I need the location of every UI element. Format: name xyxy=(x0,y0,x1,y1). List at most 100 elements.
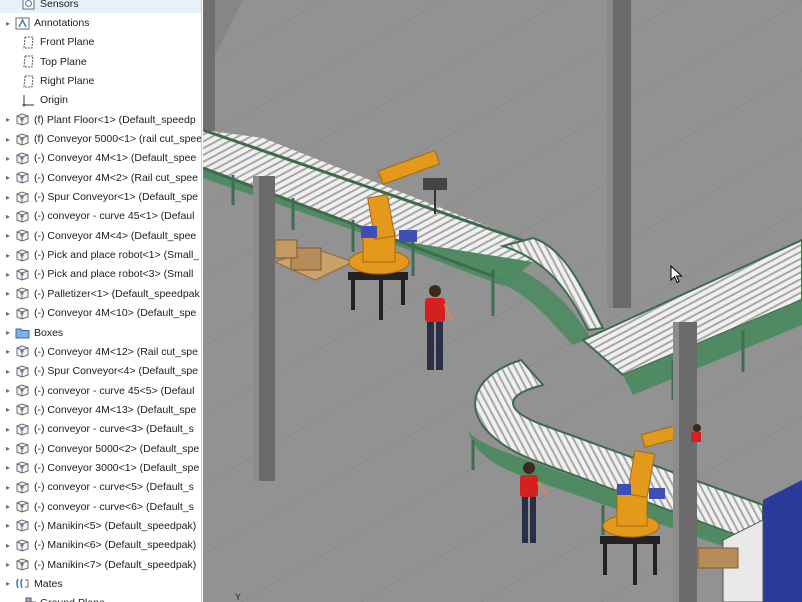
tree-item[interactable]: ▸ (-) Palletizer<1> (Default_speedpak xyxy=(0,284,201,303)
tree-item-label: (-) Manikin<5> (Default_speedpak) xyxy=(34,519,197,532)
tree-item-label: (-) Conveyor 4M<13> (Default_spe xyxy=(34,403,197,416)
expand-arrow-icon[interactable]: ▸ xyxy=(2,444,14,453)
expand-arrow-icon[interactable]: ▸ xyxy=(2,502,14,511)
tree-item-label: (-) Conveyor 4M<1> (Default_spee xyxy=(34,152,197,165)
expand-arrow-icon[interactable]: ▸ xyxy=(2,193,14,202)
part-icon xyxy=(14,422,30,436)
feature-tree-list: Sensors ▸ Annotations Front Plane Top Plane R… xyxy=(0,0,202,602)
origin-icon xyxy=(20,93,36,107)
tree-item-label: (-) conveyor - curve 45<5> (Defaul xyxy=(34,384,195,397)
part-icon xyxy=(14,364,30,378)
expand-arrow-icon[interactable]: ▸ xyxy=(2,483,14,492)
tree-item-label: (-) Spur Conveyor<4> (Default_spe xyxy=(34,365,198,378)
tree-item[interactable]: ▸ (-) conveyor - curve<3> (Default_s xyxy=(0,420,201,439)
expand-arrow-icon[interactable]: ▸ xyxy=(2,289,14,298)
tree-item[interactable]: ▸ Mates xyxy=(0,574,201,593)
expand-arrow-icon[interactable]: ▸ xyxy=(2,386,14,395)
plane-icon xyxy=(20,74,36,88)
tree-item-label: (-) Pick and place robot<3> (Small xyxy=(34,268,194,281)
part-icon xyxy=(14,229,30,243)
part-icon xyxy=(14,190,30,204)
part-icon xyxy=(14,500,30,514)
tree-item[interactable]: Ground Plane xyxy=(0,594,201,602)
tree-item[interactable]: ▸ (-) conveyor - curve 45<5> (Defaul xyxy=(0,381,201,400)
expand-arrow-icon[interactable]: ▸ xyxy=(2,328,14,337)
tree-item[interactable]: ▸ (-) Conveyor 4M<10> (Default_spe xyxy=(0,304,201,323)
tree-item[interactable]: ▸ (f) Plant Floor<1> (Default_speedp xyxy=(0,110,201,129)
tree-item-label: (-) conveyor - curve<3> (Default_s xyxy=(34,423,194,436)
tree-item[interactable]: Right Plane xyxy=(0,71,201,90)
tree-item[interactable]: ▸ (-) Spur Conveyor<4> (Default_spe xyxy=(0,362,201,381)
tree-item[interactable]: Top Plane xyxy=(0,52,201,71)
tree-item[interactable]: ▸ (-) Pick and place robot<3> (Small xyxy=(0,265,201,284)
part-icon xyxy=(14,151,30,165)
expand-arrow-icon[interactable]: ▸ xyxy=(2,251,14,260)
tree-item[interactable]: ▸ (-) conveyor - curve 45<1> (Defaul xyxy=(0,207,201,226)
expand-arrow-icon[interactable]: ▸ xyxy=(2,463,14,472)
tree-item-label: Right Plane xyxy=(40,75,95,88)
part-icon xyxy=(14,519,30,533)
expand-arrow-icon[interactable]: ▸ xyxy=(2,309,14,318)
tree-item[interactable]: Sensors xyxy=(0,0,201,14)
tree-item-label: (-) conveyor - curve<5> (Default_s xyxy=(34,481,194,494)
tree-item-label: (-) Conveyor 4M<12> (Rail cut_spe xyxy=(34,345,198,358)
tree-item[interactable]: Origin xyxy=(0,91,201,110)
part-icon xyxy=(14,132,30,146)
expand-arrow-icon[interactable]: ▸ xyxy=(2,425,14,434)
tree-item-label: Ground Plane xyxy=(40,597,105,602)
tree-item-label: (f) Conveyor 5000<1> (rail cut_spee xyxy=(34,133,202,146)
tree-item[interactable]: ▸ (-) Conveyor 4M<1> (Default_spee xyxy=(0,149,201,168)
tree-item[interactable]: ▸ (-) Manikin<6> (Default_speedpak) xyxy=(0,536,201,555)
tree-item[interactable]: ▸ (-) Manikin<5> (Default_speedpak) xyxy=(0,516,201,535)
graphics-viewport[interactable]: Y xyxy=(203,0,802,602)
expand-arrow-icon[interactable]: ▸ xyxy=(2,579,14,588)
expand-arrow-icon[interactable]: ▸ xyxy=(2,270,14,279)
part-icon xyxy=(14,558,30,572)
tree-item[interactable]: ▸ (f) Conveyor 5000<1> (rail cut_spee xyxy=(0,129,202,148)
tree-item[interactable]: ▸ (-) Pick and place robot<1> (Small_ xyxy=(0,245,201,264)
feature-tree: Sensors ▸ Annotations Front Plane Top Plane R… xyxy=(0,0,202,602)
expand-arrow-icon[interactable]: ▸ xyxy=(2,173,14,182)
expand-arrow-icon[interactable]: ▸ xyxy=(2,541,14,550)
mates-icon xyxy=(14,577,30,591)
part-icon xyxy=(14,345,30,359)
expand-arrow-icon[interactable]: ▸ xyxy=(2,367,14,376)
scene-3d[interactable]: Y xyxy=(203,0,802,602)
part-icon xyxy=(14,287,30,301)
sensors-icon xyxy=(20,0,36,11)
tree-item[interactable]: ▸ (-) conveyor - curve<5> (Default_s xyxy=(0,478,201,497)
tree-item[interactable]: ▸ (-) Conveyor 4M<12> (Rail cut_spe xyxy=(0,342,201,361)
tree-item-label: (f) Plant Floor<1> (Default_speedp xyxy=(34,113,196,126)
expand-arrow-icon[interactable]: ▸ xyxy=(2,154,14,163)
expand-arrow-icon[interactable]: ▸ xyxy=(2,405,14,414)
tree-item[interactable]: ▸ (-) conveyor - curve<6> (Default_s xyxy=(0,497,201,516)
part-icon xyxy=(14,442,30,456)
tree-item[interactable]: ▸ (-) Conveyor 4M<2> (Rail cut_spee xyxy=(0,168,201,187)
tree-item[interactable]: Front Plane xyxy=(0,33,201,52)
part-icon xyxy=(14,538,30,552)
expand-arrow-icon[interactable]: ▸ xyxy=(2,19,14,28)
expand-arrow-icon[interactable]: ▸ xyxy=(2,135,14,144)
tree-item[interactable]: ▸ (-) Conveyor 4M<4> (Default_spee xyxy=(0,226,201,245)
folder-icon xyxy=(14,326,30,340)
expand-arrow-icon[interactable]: ▸ xyxy=(2,560,14,569)
tree-item[interactable]: ▸ (-) Conveyor 3000<1> (Default_spe xyxy=(0,458,201,477)
tree-item[interactable]: ▸ (-) Spur Conveyor<1> (Default_spe xyxy=(0,187,201,206)
tree-item-label: (-) Manikin<6> (Default_speedpak) xyxy=(34,539,197,552)
tree-item-label: Mates xyxy=(34,577,63,590)
expand-arrow-icon[interactable]: ▸ xyxy=(2,231,14,240)
expand-arrow-icon[interactable]: ▸ xyxy=(2,212,14,221)
expand-arrow-icon[interactable]: ▸ xyxy=(2,347,14,356)
column-back-left[interactable] xyxy=(203,0,215,150)
expand-arrow-icon[interactable]: ▸ xyxy=(2,521,14,530)
tree-item[interactable]: ▸ (-) Manikin<7> (Default_speedpak) xyxy=(0,555,201,574)
tree-item[interactable]: ▸ (-) Conveyor 5000<2> (Default_spe xyxy=(0,439,201,458)
part-icon xyxy=(14,384,30,398)
tree-item-label: Top Plane xyxy=(40,55,87,68)
tree-item[interactable]: ▸ (-) Conveyor 4M<13> (Default_spe xyxy=(0,400,201,419)
tree-item-label: (-) Conveyor 4M<2> (Rail cut_spee xyxy=(34,171,198,184)
tree-item[interactable]: ▸ Boxes xyxy=(0,323,201,342)
part-icon xyxy=(14,113,30,127)
expand-arrow-icon[interactable]: ▸ xyxy=(2,115,14,124)
tree-item[interactable]: ▸ Annotations xyxy=(0,13,201,32)
